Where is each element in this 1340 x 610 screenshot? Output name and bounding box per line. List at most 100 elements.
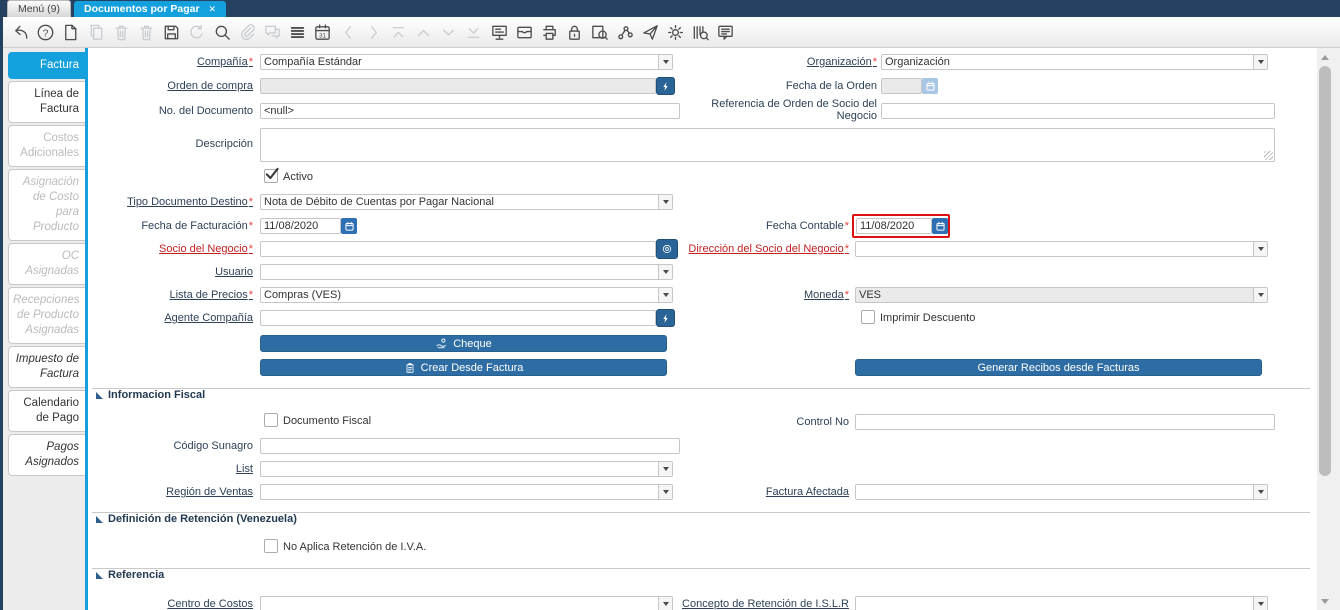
informacion-fiscal-header[interactable]: Informacion Fiscal xyxy=(108,389,205,401)
direccion-socio-dropdown-arrow-icon[interactable] xyxy=(1253,242,1267,256)
lookup-icon xyxy=(660,313,671,324)
detail-record-icon xyxy=(436,20,461,44)
find-record-icon[interactable] xyxy=(210,20,235,44)
help-icon[interactable]: ? xyxy=(33,20,58,44)
generar-recibos-button[interactable]: Generar Recibos desde Facturas xyxy=(855,359,1262,376)
request-icon[interactable] xyxy=(638,20,663,44)
usuario-label[interactable]: Usuario xyxy=(88,266,253,278)
compania-select[interactable]: Compañía Estándar xyxy=(260,54,673,70)
product-info-icon[interactable] xyxy=(688,20,713,44)
delete-record-icon xyxy=(109,20,134,44)
tab-menu[interactable]: Menú (9) xyxy=(7,0,71,17)
centro-costos-label[interactable]: Centro de Costos xyxy=(88,598,253,610)
tipo-documento-dropdown-arrow-icon[interactable] xyxy=(658,195,672,209)
centro-costos-select[interactable] xyxy=(260,596,673,610)
scroll-up-arrow-icon[interactable] xyxy=(1321,55,1329,60)
sidebar-tab-factura[interactable]: Factura xyxy=(8,52,85,79)
direccion-socio-select[interactable] xyxy=(855,241,1268,257)
broadcast-message-icon[interactable] xyxy=(713,20,738,44)
referencia-header[interactable]: Referencia xyxy=(108,569,164,581)
checkmark-icon xyxy=(264,166,280,182)
sidebar-tab-impuesto-de-factura[interactable]: Impuesto de Factura xyxy=(8,346,85,388)
collapse-triangle-icon[interactable] xyxy=(96,572,103,579)
fecha-facturacion-calendar-button[interactable] xyxy=(341,218,357,234)
print-icon[interactable] xyxy=(537,20,562,44)
fecha-contable-calendar-button[interactable] xyxy=(932,218,948,234)
list-label[interactable]: List xyxy=(88,463,253,475)
scrollbar-thumb[interactable] xyxy=(1319,66,1331,476)
close-tab-icon[interactable]: ✕ xyxy=(209,5,217,14)
cheque-button[interactable]: Cheque xyxy=(260,335,667,352)
region-ventas-label[interactable]: Región de Ventas xyxy=(88,486,253,498)
codigo-sunagro-field[interactable] xyxy=(260,438,680,454)
no-aplica-iva-checkbox[interactable] xyxy=(264,539,278,553)
referencia-orden-field[interactable] xyxy=(881,103,1275,119)
refresh-icon xyxy=(184,20,209,44)
concepto-islr-dropdown-arrow-icon[interactable] xyxy=(1253,597,1267,610)
factura-afectada-label[interactable]: Factura Afectada xyxy=(670,486,849,498)
scroll-down-arrow-icon[interactable] xyxy=(1321,599,1329,604)
organizacion-label[interactable]: Organización xyxy=(670,56,877,68)
sidebar-tab-calendario-de-pago[interactable]: Calendario de Pago xyxy=(8,390,85,432)
tipo-documento-destino-select[interactable]: Nota de Débito de Cuentas por Pagar Naci… xyxy=(260,194,673,210)
lista-precios-label[interactable]: Lista de Precios xyxy=(88,289,253,301)
descripcion-textarea[interactable] xyxy=(260,128,1275,162)
socio-negocio-label[interactable]: Socio del Negocio xyxy=(88,243,253,255)
resize-grip-icon[interactable] xyxy=(1264,151,1273,160)
control-no-field[interactable] xyxy=(855,414,1275,430)
tab-documentos-por-pagar[interactable]: Documentos por Pagar ✕ xyxy=(74,1,226,17)
clipboard-icon xyxy=(404,362,416,374)
usuario-select[interactable] xyxy=(260,264,673,280)
concepto-islr-label[interactable]: Concepto de Retención de I.S.L.R xyxy=(670,598,849,610)
new-record-icon[interactable] xyxy=(58,20,83,44)
factura-afectada-select[interactable] xyxy=(855,484,1268,500)
grid-toggle-icon[interactable] xyxy=(285,20,310,44)
save-icon[interactable] xyxy=(159,20,184,44)
organizacion-select[interactable]: Organización xyxy=(881,54,1268,70)
collapse-triangle-icon[interactable] xyxy=(96,392,103,399)
tipo-documento-destino-label[interactable]: Tipo Documento Destino xyxy=(88,196,253,208)
activo-checkbox[interactable] xyxy=(264,169,278,183)
sidebar-tab-pagos-asignados[interactable]: Pagos Asignados xyxy=(8,434,85,476)
agente-compania-label[interactable]: Agente Compañía xyxy=(88,312,253,324)
archive-icon[interactable] xyxy=(512,20,537,44)
imprimir-descuento-label: Imprimir Descuento xyxy=(880,312,975,324)
fecha-facturacion-field[interactable]: 11/08/2020 xyxy=(260,218,341,234)
sidebar-tab-linea-de-factura[interactable]: Línea de Factura xyxy=(8,81,85,123)
organizacion-dropdown-arrow-icon[interactable] xyxy=(1253,55,1267,69)
agente-compania-field[interactable] xyxy=(260,310,656,326)
calendar-small-icon xyxy=(344,221,355,232)
direccion-socio-label[interactable]: Dirección del Socio del Negocio xyxy=(670,243,849,255)
region-ventas-select[interactable] xyxy=(260,484,673,500)
report-icon[interactable] xyxy=(487,20,512,44)
factura-afectada-dropdown-arrow-icon[interactable] xyxy=(1253,485,1267,499)
lista-precios-select[interactable]: Compras (VES) xyxy=(260,287,673,303)
socio-negocio-field[interactable] xyxy=(260,241,656,257)
orden-compra-label[interactable]: Orden de compra xyxy=(88,80,253,92)
documento-fiscal-checkbox[interactable] xyxy=(264,413,278,427)
list-dropdown-arrow-icon[interactable] xyxy=(658,462,672,476)
referencia-orden-label: Referencia de Orden de Socio del Negocio xyxy=(670,98,877,122)
agente-compania-lookup-button[interactable] xyxy=(656,309,675,327)
preferences-icon[interactable] xyxy=(663,20,688,44)
calendar-icon[interactable]: 31 xyxy=(310,20,335,44)
compania-label[interactable]: Compañía xyxy=(88,56,253,68)
no-documento-field[interactable]: <null> xyxy=(260,103,680,119)
moneda-label[interactable]: Moneda xyxy=(670,289,849,301)
crear-desde-factura-button[interactable]: Crear Desde Factura xyxy=(260,359,667,376)
concepto-islr-select[interactable] xyxy=(855,596,1268,610)
private-record-lock-icon[interactable] xyxy=(562,20,587,44)
vertical-scrollbar[interactable] xyxy=(1317,48,1340,610)
tab-documentos-label: Documentos por Pagar xyxy=(84,3,200,15)
fecha-contable-field[interactable]: 11/08/2020 xyxy=(856,218,932,234)
usuario-dropdown-arrow-icon[interactable] xyxy=(658,265,672,279)
imprimir-descuento-checkbox[interactable] xyxy=(861,310,875,324)
first-record-icon xyxy=(386,20,411,44)
list-select[interactable] xyxy=(260,461,673,477)
definicion-retencion-header[interactable]: Definición de Retención (Venezuela) xyxy=(108,513,297,525)
workflow-icon[interactable] xyxy=(613,20,638,44)
undo-icon[interactable] xyxy=(8,20,33,44)
zoom-across-icon[interactable] xyxy=(587,20,612,44)
collapse-triangle-icon[interactable] xyxy=(96,516,103,523)
next-record-icon xyxy=(361,20,386,44)
